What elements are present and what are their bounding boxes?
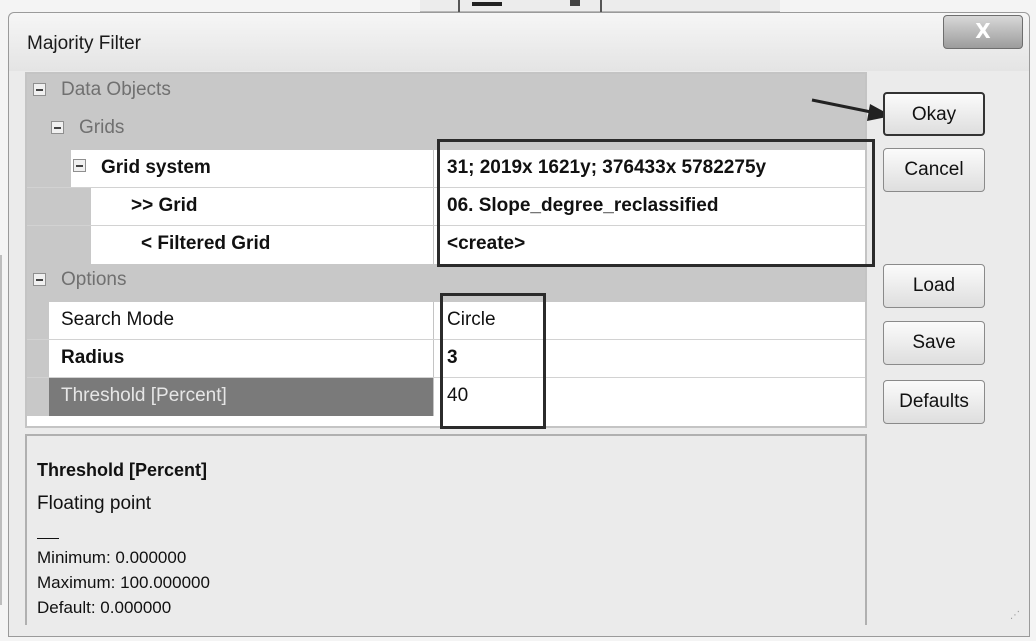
param-name: < Filtered Grid: [141, 233, 271, 254]
param-name: Threshold [Percent]: [61, 385, 227, 406]
background-window-edge: [0, 255, 2, 605]
annotation-box-option-values: [440, 293, 546, 429]
indent-gutter: [27, 340, 49, 378]
close-button[interactable]: X: [943, 15, 1023, 49]
arrow-annotation-icon: [811, 98, 892, 121]
load-button[interactable]: Load: [883, 264, 985, 308]
collapse-icon[interactable]: [73, 159, 86, 172]
background-icon: [472, 2, 502, 6]
description-default: Default: 0.000000: [37, 598, 172, 617]
description-type: Floating point: [37, 493, 152, 514]
background-icon: [570, 0, 580, 6]
indent-gutter: [27, 302, 49, 340]
background-separator: [600, 0, 602, 12]
annotation-box-grid-settings: [437, 139, 875, 267]
column-divider: [433, 188, 434, 226]
description-maximum: Maximum: 100.000000: [37, 573, 210, 592]
category-data-objects[interactable]: Data Objects: [27, 74, 865, 112]
save-button[interactable]: Save: [883, 321, 985, 365]
cancel-button[interactable]: Cancel: [883, 148, 985, 192]
category-label: Data Objects: [61, 79, 171, 100]
param-name: Radius: [61, 347, 125, 368]
indent-gutter: [27, 150, 71, 188]
background-window-strip: [420, 0, 780, 12]
category-label: Options: [61, 269, 127, 290]
resize-grip-icon[interactable]: ⋰: [1010, 610, 1020, 621]
column-divider: [433, 226, 434, 264]
okay-button[interactable]: Okay: [883, 92, 985, 136]
indent-gutter: [27, 378, 49, 416]
category-label: Grids: [79, 117, 125, 138]
param-name: Search Mode: [61, 309, 175, 330]
indent-gutter: [27, 226, 91, 264]
column-divider: [433, 378, 434, 416]
indent-gutter: [27, 188, 91, 226]
title-bar[interactable]: Majority Filter X: [9, 13, 1029, 71]
defaults-button[interactable]: Defaults: [883, 380, 985, 424]
description-panel: Threshold [Percent] Floating point Minim…: [25, 434, 867, 625]
description-minimum: Minimum: 0.000000: [37, 548, 187, 567]
param-name: >> Grid: [131, 195, 198, 216]
collapse-icon[interactable]: [51, 121, 64, 134]
background-separator: [458, 0, 460, 12]
screen: Majority Filter X Data Objects Grids Gri…: [0, 0, 1036, 641]
column-divider: [433, 302, 434, 340]
column-divider: [433, 150, 434, 188]
description-title: Threshold [Percent]: [37, 460, 208, 480]
collapse-icon[interactable]: [33, 273, 46, 286]
collapse-icon[interactable]: [33, 83, 46, 96]
param-name: Grid system: [101, 157, 211, 178]
close-icon: X: [975, 19, 991, 43]
description-divider: [37, 538, 59, 539]
column-divider: [433, 340, 434, 378]
window-title: Majority Filter: [27, 33, 142, 54]
